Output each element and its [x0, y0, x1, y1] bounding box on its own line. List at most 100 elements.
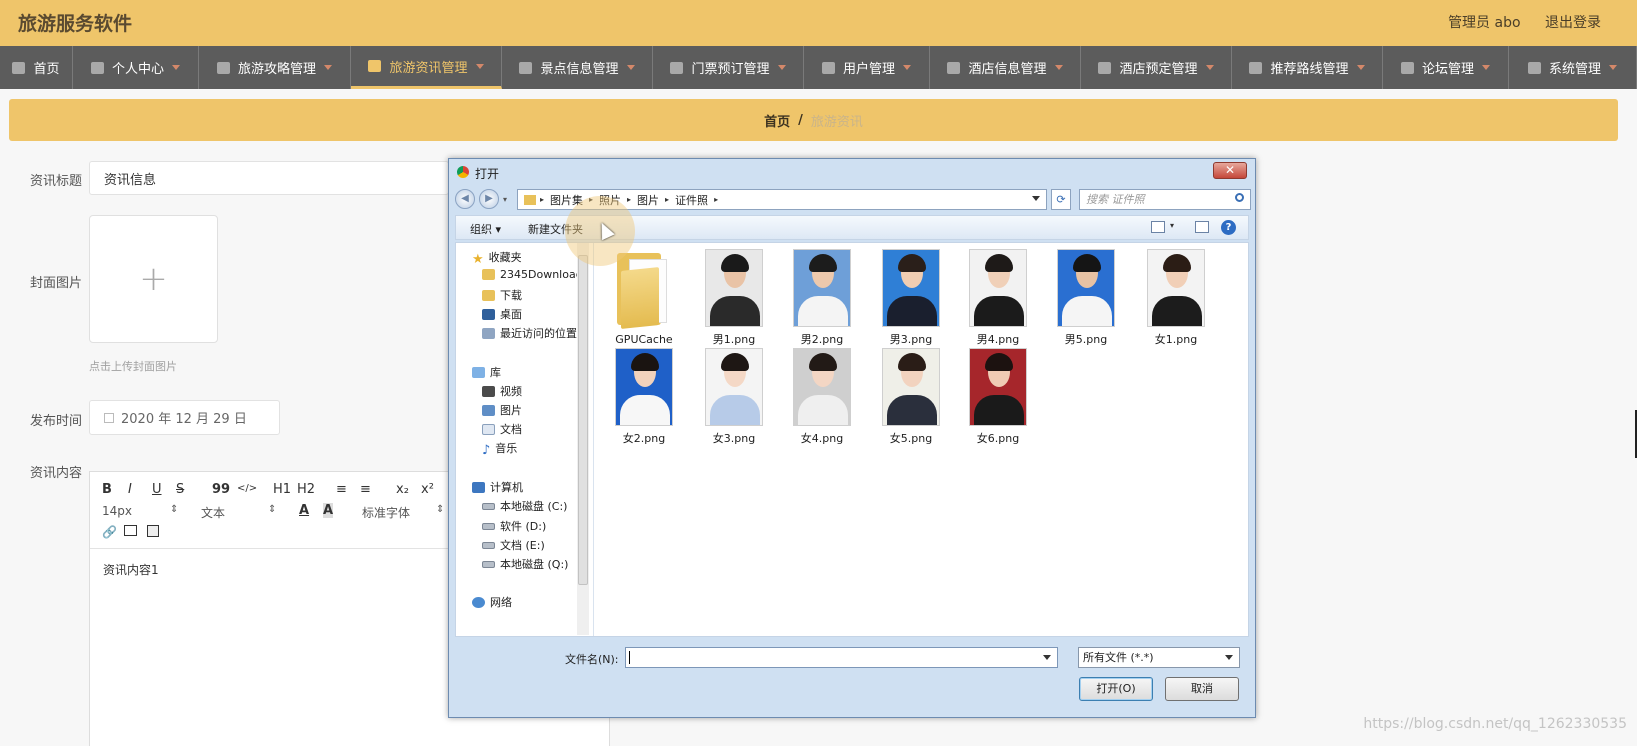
- file-name: 男2.png: [800, 333, 844, 346]
- file-name: 女4.png: [800, 432, 844, 445]
- path-arrow-icon[interactable]: ▸: [627, 195, 631, 204]
- file-item[interactable]: 男3.png: [871, 249, 951, 347]
- tree-disk-c[interactable]: 本地磁盘 (C:): [482, 498, 567, 514]
- path-segment[interactable]: 图片: [637, 192, 659, 208]
- link-icon[interactable]: 🔗: [102, 525, 117, 539]
- tree-libraries[interactable]: 库: [472, 364, 501, 380]
- recent-locations-caret-icon[interactable]: ▾: [503, 195, 507, 204]
- quote-button[interactable]: 99: [212, 482, 230, 497]
- font-family-select[interactable]: 标准字体: [362, 504, 410, 521]
- folder-item[interactable]: GPUCache: [604, 249, 684, 346]
- folder-icon: [524, 194, 536, 205]
- nav-item-label: 推荐路线管理: [1270, 62, 1349, 77]
- chevron-down-icon: [172, 65, 180, 70]
- tree-pictures[interactable]: 图片: [482, 402, 522, 418]
- filename-input[interactable]: [625, 647, 1058, 668]
- h1-button[interactable]: H1: [273, 482, 291, 497]
- nav-item-11[interactable]: 系统管理: [1509, 46, 1637, 89]
- nav-item-7[interactable]: 酒店信息管理: [930, 46, 1081, 89]
- nav-pane-scrollbar[interactable]: [577, 243, 589, 635]
- path-arrow-icon[interactable]: ▸: [714, 195, 718, 204]
- view-caret-icon[interactable]: ▾: [1170, 221, 1174, 230]
- tree-recent[interactable]: 最近访问的位置: [482, 325, 577, 341]
- ordered-list-button[interactable]: ≡: [336, 482, 347, 497]
- file-item[interactable]: 女6.png: [958, 348, 1038, 446]
- forward-button[interactable]: ▶: [479, 189, 499, 209]
- tree-videos[interactable]: 视频: [482, 383, 522, 399]
- tree-disk-d[interactable]: 软件 (D:): [482, 518, 546, 534]
- organize-menu[interactable]: 组织 ▾: [470, 221, 501, 237]
- file-item[interactable]: 男2.png: [782, 249, 862, 347]
- help-icon[interactable]: ?: [1221, 220, 1236, 235]
- bullet-list-button[interactable]: ≡: [360, 482, 371, 497]
- dialog-close-button[interactable]: ✕: [1213, 162, 1247, 179]
- subscript-button[interactable]: x₂: [396, 482, 409, 497]
- tree-2345downloads[interactable]: 2345Downloads: [482, 268, 588, 281]
- nav-item-9[interactable]: 推荐路线管理: [1232, 46, 1383, 89]
- filetype-select[interactable]: 所有文件 (*.*): [1078, 647, 1240, 668]
- path-segment[interactable]: 证件照: [675, 192, 708, 208]
- path-arrow-icon[interactable]: ▸: [665, 195, 669, 204]
- filename-dropdown-icon[interactable]: [1043, 655, 1051, 660]
- breadcrumb-home[interactable]: 首页: [764, 111, 790, 130]
- nav-item-8[interactable]: 酒店预定管理: [1081, 46, 1232, 89]
- file-item[interactable]: 男5.png: [1046, 249, 1126, 347]
- video-icon[interactable]: [147, 525, 159, 537]
- file-item[interactable]: 女1.png: [1136, 249, 1216, 347]
- nav-item-2[interactable]: 旅游攻略管理: [199, 46, 351, 89]
- nav-item-4[interactable]: 景点信息管理: [502, 46, 653, 89]
- h2-button[interactable]: H2: [297, 482, 315, 497]
- nav-item-5[interactable]: 门票预订管理: [653, 46, 804, 89]
- file-item[interactable]: 男1.png: [694, 249, 774, 347]
- font-size-select[interactable]: 14px: [102, 504, 132, 518]
- folder-icon: [482, 269, 495, 280]
- file-item[interactable]: 女3.png: [694, 348, 774, 446]
- scrollbar-thumb[interactable]: [578, 255, 588, 585]
- strike-button[interactable]: S: [176, 482, 184, 497]
- text-type-select[interactable]: 文本: [201, 504, 225, 521]
- tree-desktop[interactable]: 桌面: [482, 306, 522, 322]
- path-arrow-icon[interactable]: ▸: [540, 195, 544, 204]
- search-input[interactable]: 搜索 证件照: [1079, 189, 1251, 210]
- font-color-icon[interactable]: A: [299, 503, 309, 518]
- code-button[interactable]: </>: [237, 483, 257, 494]
- view-icon[interactable]: [1151, 221, 1165, 233]
- file-item[interactable]: 女4.png: [782, 348, 862, 446]
- tree-disk-q[interactable]: 本地磁盘 (Q:): [482, 556, 568, 572]
- file-item[interactable]: 女2.png: [604, 348, 684, 446]
- image-icon[interactable]: [124, 525, 137, 536]
- logout-link[interactable]: 退出登录: [1545, 15, 1601, 31]
- tree-downloads[interactable]: 下载: [482, 287, 522, 303]
- tree-music[interactable]: ♪ 音乐: [482, 440, 517, 458]
- tree-favorites[interactable]: ★ 收藏夹: [472, 249, 522, 267]
- bold-button[interactable]: B: [102, 482, 112, 497]
- nav-item-1[interactable]: 个人中心: [73, 46, 199, 89]
- back-button[interactable]: ◀: [455, 189, 475, 209]
- cover-upload-button[interactable]: +: [89, 215, 218, 343]
- tree-disk-e[interactable]: 文档 (E:): [482, 537, 545, 553]
- tree-computer[interactable]: 计算机: [472, 479, 523, 495]
- background-color-icon[interactable]: A: [323, 503, 334, 518]
- tree-label: 本地磁盘 (Q:): [500, 558, 569, 571]
- nav-item-0[interactable]: 首页: [0, 46, 73, 89]
- music-note-icon: ♪: [482, 442, 491, 458]
- nav-item-10[interactable]: 论坛管理: [1383, 46, 1509, 89]
- dialog-titlebar[interactable]: 打开 ✕: [449, 159, 1255, 185]
- nav-item-3[interactable]: 旅游资讯管理: [351, 46, 502, 89]
- file-name: 男5.png: [1064, 333, 1108, 346]
- date-picker[interactable]: 2020 年 12 月 29 日: [89, 400, 280, 435]
- italic-button[interactable]: I: [128, 482, 132, 497]
- refresh-button[interactable]: ⟳: [1051, 189, 1071, 210]
- superscript-button[interactable]: x²: [421, 482, 434, 497]
- title-input[interactable]: 资讯信息: [89, 161, 449, 195]
- nav-item-6[interactable]: 用户管理: [804, 46, 930, 89]
- cancel-button[interactable]: 取消: [1165, 677, 1239, 701]
- file-item[interactable]: 女5.png: [871, 348, 951, 446]
- address-dropdown-icon[interactable]: [1032, 196, 1040, 201]
- tree-network[interactable]: 网络: [472, 594, 512, 610]
- file-item[interactable]: 男4.png: [958, 249, 1038, 347]
- underline-button[interactable]: U: [152, 482, 162, 497]
- tree-documents[interactable]: 文档: [482, 421, 522, 437]
- open-button[interactable]: 打开(O): [1079, 677, 1153, 701]
- preview-pane-icon[interactable]: [1195, 221, 1209, 233]
